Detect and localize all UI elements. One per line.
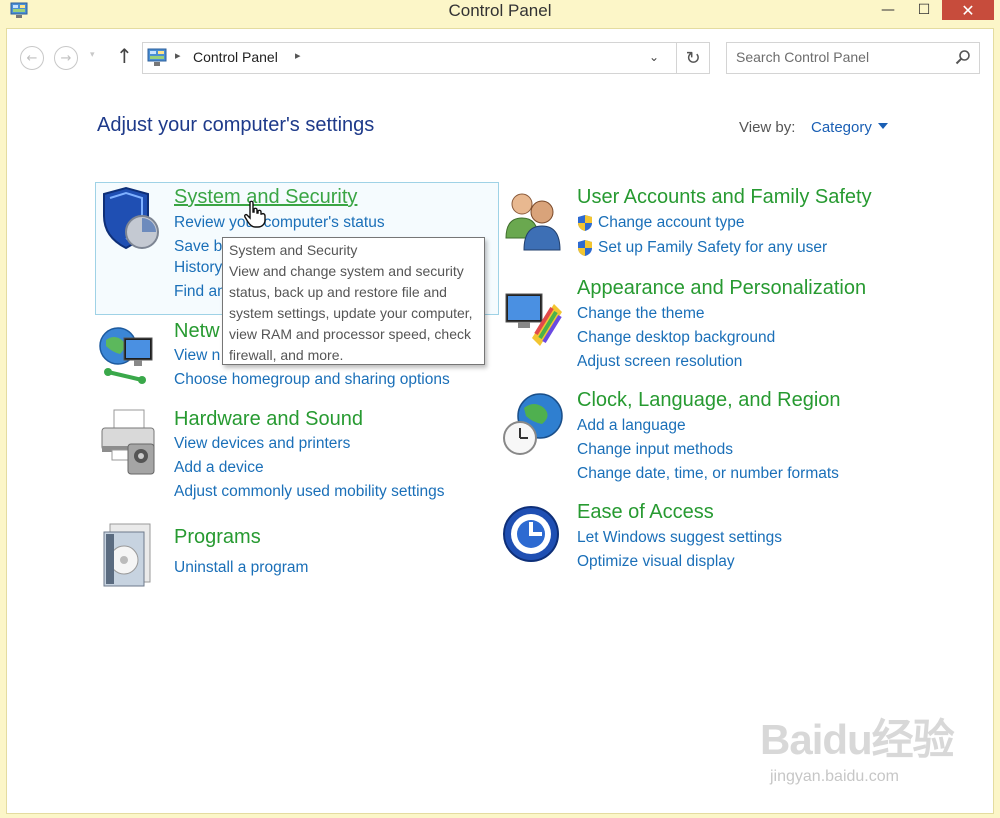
title-bar: Control Panel — ☐ ✕ [0, 0, 1000, 28]
category-programs[interactable]: Programs [174, 526, 261, 549]
refresh-button[interactable]: ↻ [676, 42, 710, 74]
link-review-computer-status[interactable]: Review your computer's status [174, 214, 385, 232]
maximize-button[interactable]: ☐ [906, 0, 942, 20]
link-choose-homegroup[interactable]: Choose homegroup and sharing options [174, 371, 450, 389]
close-button[interactable]: ✕ [942, 0, 994, 20]
watermark-url: jingyan.baidu.com [770, 768, 899, 785]
hand-cursor-icon [244, 200, 266, 228]
recent-locations-icon[interactable]: ▾ [90, 50, 95, 60]
ease-of-access-icon[interactable] [502, 502, 562, 566]
category-ease-of-access[interactable]: Ease of Access [577, 501, 714, 524]
appearance-monitor-icon[interactable] [502, 288, 564, 350]
breadcrumb-separator-icon[interactable]: ▸ [175, 49, 181, 62]
tooltip: System and Security View and change syst… [222, 237, 485, 365]
watermark-logo: Baidu经验 [760, 716, 955, 763]
clock-globe-icon[interactable] [502, 390, 566, 460]
breadcrumb-control-panel[interactable]: Control Panel [193, 49, 278, 65]
link-change-desktop-background[interactable]: Change desktop background [577, 329, 775, 347]
link-mobility-settings[interactable]: Adjust commonly used mobility settings [174, 483, 445, 501]
users-icon[interactable] [502, 188, 564, 254]
category-hardware-sound[interactable]: Hardware and Sound [174, 408, 363, 431]
category-network-internet[interactable]: Netw [174, 320, 220, 343]
back-button[interactable]: ← [20, 46, 44, 70]
page-title: Adjust your computer's settings [97, 114, 375, 136]
minimize-button[interactable]: — [870, 0, 906, 20]
search-placeholder: Search Control Panel [736, 49, 870, 65]
search-icon[interactable] [955, 49, 971, 65]
address-bar[interactable]: ▸ Control Panel ▸ [142, 42, 678, 74]
uac-shield-icon [578, 215, 592, 231]
link-optimize-visual-display[interactable]: Optimize visual display [577, 553, 735, 571]
view-by-dropdown[interactable]: Category [811, 119, 872, 136]
window-title: Control Panel [448, 1, 552, 20]
printer-icon[interactable] [98, 406, 160, 476]
tooltip-title: System and Security [229, 242, 358, 258]
view-by-label: View by: [739, 119, 796, 136]
link-add-language[interactable]: Add a language [577, 417, 686, 435]
search-input[interactable]: Search Control Panel [726, 42, 980, 74]
category-user-accounts[interactable]: User Accounts and Family Safety [577, 186, 872, 209]
link-file-history[interactable]: History [174, 259, 222, 277]
forward-button[interactable]: → [54, 46, 78, 70]
category-clock-language[interactable]: Clock, Language, and Region [577, 389, 841, 412]
programs-disc-icon[interactable] [98, 520, 156, 588]
network-globe-icon[interactable] [98, 324, 158, 390]
link-adjust-screen-resolution[interactable]: Adjust screen resolution [577, 353, 742, 371]
link-add-device[interactable]: Add a device [174, 459, 264, 477]
link-family-safety[interactable]: Set up Family Safety for any user [598, 239, 827, 257]
control-panel-icon [147, 48, 167, 66]
link-change-account-type[interactable]: Change account type [598, 214, 745, 232]
link-uninstall-program[interactable]: Uninstall a program [174, 559, 308, 577]
tooltip-description: View and change system and security stat… [229, 263, 473, 363]
link-view-network-status[interactable]: View n [174, 347, 220, 365]
link-change-input-methods[interactable]: Change input methods [577, 441, 733, 459]
link-view-devices-printers[interactable]: View devices and printers [174, 435, 350, 453]
up-button[interactable]: ↑ [116, 44, 133, 68]
link-change-theme[interactable]: Change the theme [577, 305, 705, 323]
link-find-fix-problems[interactable]: Find an [174, 283, 226, 301]
link-change-date-formats[interactable]: Change date, time, or number formats [577, 465, 839, 483]
address-dropdown-icon[interactable]: ⌄ [644, 43, 664, 71]
uac-shield-icon [578, 240, 592, 256]
shield-icon[interactable] [98, 186, 160, 254]
category-appearance[interactable]: Appearance and Personalization [577, 277, 866, 300]
link-windows-suggest-settings[interactable]: Let Windows suggest settings [577, 529, 782, 547]
chevron-down-icon[interactable] [878, 123, 888, 129]
breadcrumb-separator-icon[interactable]: ▸ [295, 49, 301, 62]
